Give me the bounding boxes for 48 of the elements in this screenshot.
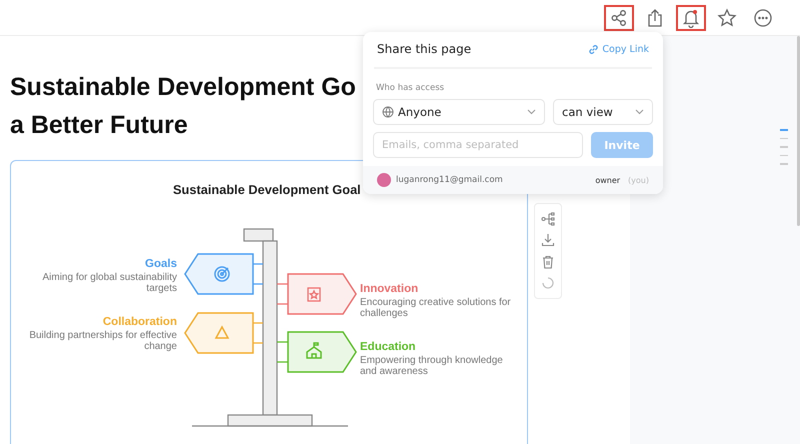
- connector-line: [252, 322, 264, 344]
- outline-marker[interactable]: [780, 138, 788, 139]
- chevron-icon: [635, 109, 644, 115]
- hierarchy-icon[interactable]: [541, 212, 555, 226]
- connector-line: [252, 263, 264, 285]
- page-heading: a Better Future: [10, 110, 188, 141]
- goal-label: Education: [360, 341, 416, 353]
- outline-marker[interactable]: [780, 154, 788, 156]
- spinner-icon[interactable]: [541, 276, 555, 290]
- goal-description: Encouraging creative solutions for challenges: [360, 297, 512, 319]
- access-dropdown[interactable]: Anyone: [373, 99, 545, 125]
- diagram-title: Sustainable Development Goal: [173, 182, 361, 197]
- school-icon: [306, 342, 322, 359]
- connector-line: [276, 283, 289, 305]
- star-icon: [717, 8, 737, 28]
- goal-description: Empowering through knowledge and awareness: [360, 355, 504, 377]
- globe-icon: [382, 106, 394, 118]
- goal-description: Building partnerships for effective change: [28, 330, 177, 352]
- email-input[interactable]: Emails, comma separated: [373, 132, 583, 158]
- access-label: Who has access: [376, 83, 446, 93]
- goal-label: Goals: [145, 258, 177, 270]
- permission-dropdown[interactable]: can view: [553, 99, 653, 125]
- export-icon: [646, 8, 664, 28]
- page-heading: Sustainable Development Go: [10, 72, 356, 103]
- role-note: (you): [628, 176, 649, 184]
- outline-marker[interactable]: [780, 129, 788, 130]
- avatar: [377, 173, 391, 187]
- user-email: luganrong11@gmail.com: [396, 175, 504, 185]
- more-icon: [753, 8, 773, 28]
- outline-marker[interactable]: [780, 163, 788, 164]
- download-icon[interactable]: [541, 233, 555, 248]
- share-button[interactable]: [604, 4, 634, 30]
- target-icon: [214, 266, 230, 282]
- connector-line: [276, 341, 289, 363]
- chevron-icon: [527, 109, 536, 115]
- scrollbar[interactable]: [797, 36, 800, 226]
- goal-label: Innovation: [360, 283, 418, 295]
- outline-marker[interactable]: [780, 146, 788, 148]
- popup-title: Share this page: [377, 42, 472, 56]
- link-icon: [588, 44, 600, 54]
- trash-icon[interactable]: [541, 254, 555, 269]
- user-role: owner: [595, 176, 620, 184]
- bell-button[interactable]: [676, 4, 706, 30]
- triangle-icon: [214, 325, 230, 339]
- share-icon: [610, 8, 628, 26]
- goal-description: Aiming for global sustainability targets: [41, 272, 177, 294]
- star-badge-icon: [307, 287, 321, 302]
- goal-label: Collaboration: [102, 316, 177, 328]
